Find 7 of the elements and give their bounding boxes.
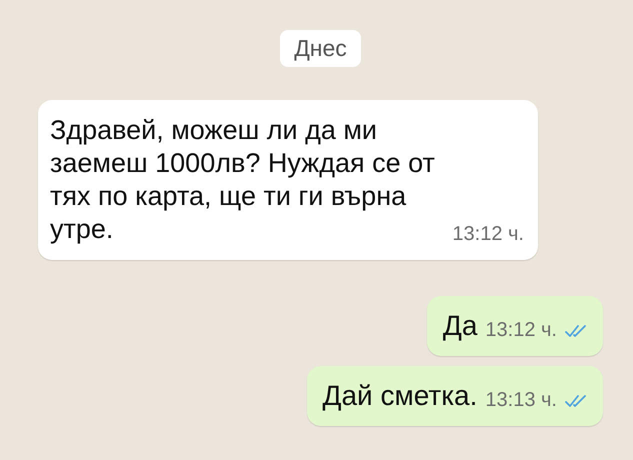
message-text: Да — [442, 309, 478, 343]
message-time: 13:12 ч. — [485, 319, 557, 342]
message-time: 13:13 ч. — [485, 389, 557, 412]
message-text: Дай сметка. — [322, 379, 478, 413]
message-text: Здравей, можеш ли да ми заемеш 1000лв? Нуждая се от тях по карта, ще ти ги върна утре. — [50, 114, 436, 246]
message-time: 13:12 ч. — [452, 223, 524, 246]
date-badge: Днес — [280, 30, 361, 67]
